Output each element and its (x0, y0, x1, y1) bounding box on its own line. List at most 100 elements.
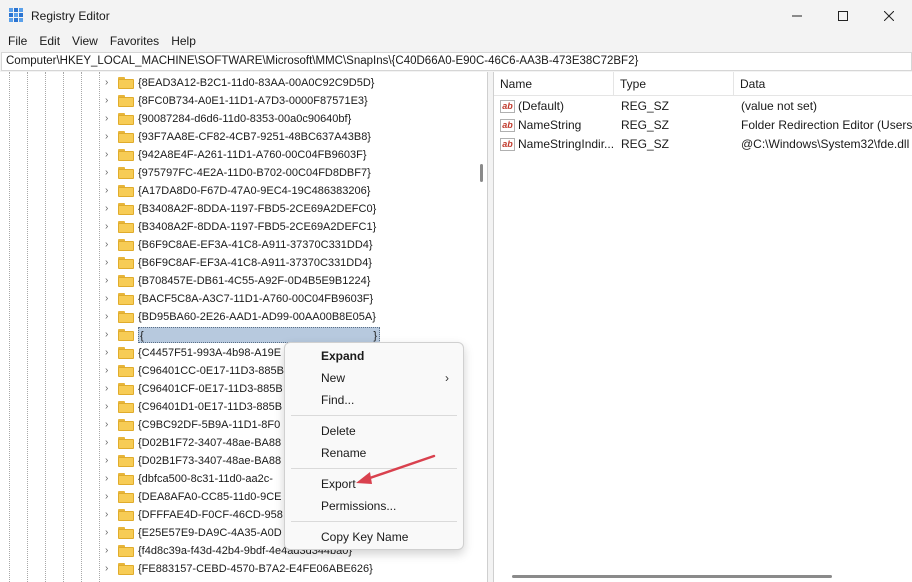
menu-edit[interactable]: Edit (33, 32, 66, 51)
menu-file[interactable]: File (2, 32, 33, 51)
tree-item[interactable]: › {8FC0B734-A0E1-11D1-A7D3-0000F87571E3} (0, 92, 476, 110)
chevron-right-icon[interactable]: › (105, 491, 115, 503)
tree-item-label: {D02B1F72-3407-48ae-BA88 (138, 437, 282, 449)
values-pane[interactable]: Name Type Data ab (Default) REG_SZ (valu… (493, 72, 912, 582)
tree-scrollbar[interactable] (476, 72, 487, 582)
tree-item[interactable]: › {8EAD3A12-B2C1-11d0-83AA-00A0C92C9D5D} (0, 74, 476, 92)
chevron-right-icon[interactable]: › (105, 365, 115, 377)
chevron-right-icon[interactable]: › (105, 203, 115, 215)
column-data[interactable]: Data (734, 72, 912, 96)
folder-icon (118, 437, 134, 449)
folder-icon (118, 221, 134, 233)
value-type: REG_SZ (621, 137, 670, 151)
tree-item[interactable]: › {FE883157-CEBD-4570-B7A2-E4FE06ABE626} (0, 560, 476, 578)
chevron-right-icon[interactable]: › (105, 527, 115, 539)
tree-item[interactable]: › {B708457E-DB61-4C55-A92F-0D4B5E9B1224} (0, 272, 476, 290)
chevron-right-icon[interactable]: › (105, 77, 115, 89)
maximize-button[interactable] (820, 0, 866, 32)
context-menu-rename[interactable]: Rename (289, 442, 459, 464)
chevron-right-icon[interactable]: › (105, 311, 115, 323)
context-menu: Expand New › Find... Delete Rename Export… (284, 342, 464, 550)
context-menu-permissions[interactable]: Permissions... (289, 495, 459, 517)
menu-view[interactable]: View (66, 32, 104, 51)
minimize-button[interactable] (774, 0, 820, 32)
chevron-right-icon[interactable]: › (105, 293, 115, 305)
tree-item-label: {C96401D1-0E17-11D3-885B (138, 401, 283, 413)
value-row[interactable]: ab (Default) REG_SZ (value not set) (494, 97, 912, 116)
tree-item-label: {C9BC92DF-5B9A-11D1-8F0 (138, 419, 281, 431)
chevron-right-icon: › (445, 371, 449, 385)
column-type[interactable]: Type (614, 72, 734, 96)
folder-icon (118, 77, 134, 89)
chevron-right-icon[interactable]: › (105, 167, 115, 179)
folder-icon (118, 203, 134, 215)
tree-item[interactable]: › {B3408A2F-8DDA-1197-FBD5-2CE69A2DEFC1} (0, 218, 476, 236)
tree-item[interactable]: › {B3408A2F-8DDA-1197-FBD5-2CE69A2DEFC0} (0, 200, 476, 218)
chevron-right-icon[interactable]: › (105, 113, 115, 125)
tree-item[interactable]: › {93F7AA8E-CF82-4CB7-9251-48BC637A43B8} (0, 128, 476, 146)
tree-scrollbar-thumb[interactable] (480, 164, 483, 182)
chevron-right-icon[interactable]: › (105, 419, 115, 431)
chevron-right-icon[interactable]: › (105, 95, 115, 107)
window-controls (774, 0, 912, 32)
chevron-right-icon[interactable]: › (105, 383, 115, 395)
chevron-right-icon[interactable]: › (105, 509, 115, 521)
context-menu-copy-key-name[interactable]: Copy Key Name (289, 526, 459, 548)
tree-item[interactable]: › {BD95BA60-2E26-AAD1-AD99-00AA00B8E05A} (0, 308, 476, 326)
folder-icon (118, 329, 134, 341)
close-button[interactable] (866, 0, 912, 32)
menu-favorites[interactable]: Favorites (104, 32, 165, 51)
column-name[interactable]: Name (494, 72, 614, 96)
chevron-right-icon[interactable]: › (105, 257, 115, 269)
context-menu-expand[interactable]: Expand (289, 345, 459, 367)
address-bar[interactable]: Computer\HKEY_LOCAL_MACHINE\SOFTWARE\Mic… (1, 52, 912, 71)
tree-item-label: {C96401CF-0E17-11D3-885B (138, 383, 283, 395)
string-value-icon: ab (500, 138, 515, 151)
values-column-header: Name Type Data (494, 72, 912, 96)
folder-icon (118, 419, 134, 431)
chevron-right-icon[interactable]: › (105, 473, 115, 485)
tree-item[interactable]: › {BACF5C8A-A3C7-11D1-A760-00C04FB9603F} (0, 290, 476, 308)
values-horizontal-scrollbar[interactable] (494, 568, 912, 582)
tree-item[interactable]: › {A17DA8D0-F67D-47A0-9EC4-19C486383206} (0, 182, 476, 200)
tree-item-label: {B3408A2F-8DDA-1197-FBD5-2CE69A2DEFC0} (138, 203, 377, 215)
context-menu-delete[interactable]: Delete (289, 420, 459, 442)
folder-icon (118, 239, 134, 251)
chevron-right-icon[interactable]: › (105, 221, 115, 233)
chevron-right-icon[interactable]: › (105, 563, 115, 575)
values-scrollbar-thumb[interactable] (512, 575, 832, 578)
folder-icon (118, 167, 134, 179)
chevron-right-icon[interactable]: › (105, 437, 115, 449)
menu-help[interactable]: Help (165, 32, 202, 51)
tree-item[interactable]: › {B6F9C8AE-EF3A-41C8-A911-37370C331DD4} (0, 236, 476, 254)
tree-item-label: {BACF5C8A-A3C7-11D1-A760-00C04FB9603F} (138, 293, 374, 305)
folder-icon (118, 509, 134, 521)
folder-icon (118, 311, 134, 323)
chevron-right-icon[interactable]: › (105, 275, 115, 287)
tree-item[interactable]: › {975797FC-4E2A-11D0-B702-00C04FD8DBF7} (0, 164, 476, 182)
value-row[interactable]: ab NameStringIndir... REG_SZ @C:\Windows… (494, 135, 912, 154)
tree-item[interactable]: › {90087284-d6d6-11d0-8353-00a0c90640bf} (0, 110, 476, 128)
tree-item[interactable]: › {B6F9C8AF-EF3A-41C8-A911-37370C331DD4} (0, 254, 476, 272)
value-row[interactable]: ab NameString REG_SZ Folder Redirection … (494, 116, 912, 135)
folder-icon (118, 293, 134, 305)
chevron-right-icon[interactable]: › (105, 347, 115, 359)
chevron-right-icon[interactable]: › (105, 149, 115, 161)
chevron-right-icon[interactable]: › (105, 185, 115, 197)
context-menu-find[interactable]: Find... (289, 389, 459, 411)
value-type: REG_SZ (621, 99, 670, 113)
folder-icon (118, 455, 134, 467)
context-menu-new[interactable]: New › (289, 367, 459, 389)
chevron-right-icon[interactable]: › (105, 329, 115, 341)
tree-item[interactable]: › {942A8E4F-A261-11D1-A760-00C04FB9603F} (0, 146, 476, 164)
chevron-right-icon[interactable]: › (105, 545, 115, 557)
chevron-right-icon[interactable]: › (105, 401, 115, 413)
chevron-right-icon[interactable]: › (105, 131, 115, 143)
context-menu-export[interactable]: Export (289, 473, 459, 495)
folder-icon (118, 95, 134, 107)
window-title: Registry Editor (31, 9, 110, 23)
chevron-right-icon[interactable]: › (105, 455, 115, 467)
folder-icon (118, 257, 134, 269)
close-icon (884, 11, 894, 21)
chevron-right-icon[interactable]: › (105, 239, 115, 251)
